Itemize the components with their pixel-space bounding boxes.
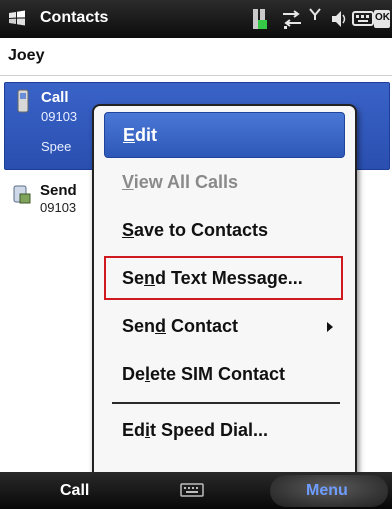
label-part: Sen xyxy=(122,316,156,336)
row-speed-dial: Spee xyxy=(41,139,72,154)
label-part: d Text Message... xyxy=(155,268,303,288)
label-part: t Speed Dial... xyxy=(150,420,269,440)
softkey-left-call[interactable]: Call xyxy=(60,482,89,500)
menu-separator xyxy=(112,402,340,404)
contact-name: Joey xyxy=(8,47,45,64)
menu-item-save-to-contacts[interactable]: Save to Contacts xyxy=(104,208,343,252)
contact-header: Joey xyxy=(0,38,392,76)
volume-icon[interactable] xyxy=(330,6,348,32)
menu-item-send-text-message[interactable]: Send Text Message... xyxy=(104,256,343,300)
soft-key-bar: Call Menu xyxy=(0,472,392,509)
label-part: Se xyxy=(122,268,145,288)
label-accesskey: E xyxy=(123,125,136,145)
windows-start-icon[interactable] xyxy=(8,10,26,26)
row-title: Send xyxy=(40,182,77,199)
message-icon xyxy=(13,185,31,204)
label-part: De xyxy=(122,364,146,384)
row-title: Call xyxy=(41,89,69,106)
keyboard-icon[interactable] xyxy=(352,6,374,32)
label-accesskey: S xyxy=(122,220,135,240)
ok-button[interactable]: OK xyxy=(374,10,390,28)
label-part: Ed xyxy=(122,420,146,440)
softkey-right-menu[interactable]: Menu xyxy=(270,475,388,507)
label-accesskey: d xyxy=(155,316,167,336)
mobile-phone-icon xyxy=(17,89,29,113)
menu-item-edit[interactable]: Edit xyxy=(104,112,345,158)
menu-item-send-contact[interactable]: Send Contact xyxy=(104,304,343,348)
data-sync-icon[interactable] xyxy=(280,6,304,32)
row-number: 09103 xyxy=(40,200,77,215)
menu-item-delete-sim-contact[interactable]: Delete SIM Contact xyxy=(104,352,343,396)
title-bar: Contacts OK xyxy=(0,0,392,38)
battery-icon[interactable] xyxy=(250,6,272,32)
status-icons: OK xyxy=(248,6,390,32)
phone-screen: Contacts OK Joey Call 09103 Spee Send 09… xyxy=(0,0,392,509)
menu-item-view-all-calls[interactable]: View All Calls xyxy=(104,160,343,204)
label-part: ave to Contacts xyxy=(134,220,269,240)
row-number: 09103 xyxy=(41,109,78,124)
menu-item-edit-speed-dial[interactable]: Edit Speed Dial... xyxy=(104,408,343,452)
submenu-arrow-icon xyxy=(327,322,333,332)
label-part: iew All Calls xyxy=(133,172,239,192)
keyboard-icon[interactable] xyxy=(180,483,204,497)
label-part: ete SIM Contact xyxy=(150,364,286,384)
softkey-right-label: Menu xyxy=(306,482,348,499)
label-accesskey: V xyxy=(122,172,134,192)
app-title: Contacts xyxy=(40,9,109,26)
label-part: Contact xyxy=(166,316,239,336)
signal-icon[interactable] xyxy=(308,6,322,32)
label-accesskey: n xyxy=(144,268,156,288)
ok-label: OK xyxy=(375,12,390,23)
label-part: dit xyxy=(135,125,158,145)
context-menu: Edit View All Calls Save to Contacts Sen… xyxy=(92,104,357,496)
